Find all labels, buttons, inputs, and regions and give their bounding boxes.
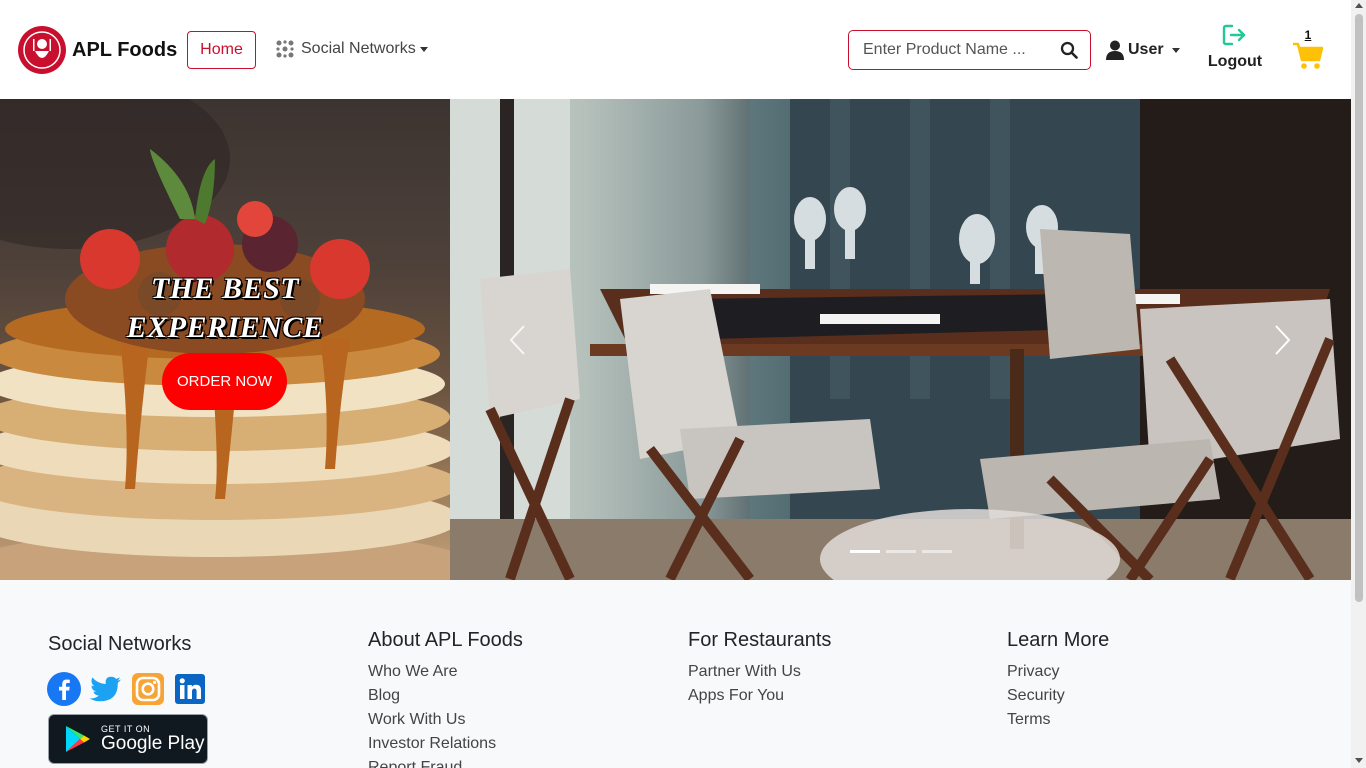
search-box: [848, 30, 1091, 70]
network-icon: [276, 40, 294, 58]
carousel-next-icon[interactable]: [1272, 324, 1292, 356]
footer-link[interactable]: Terms: [1007, 708, 1109, 732]
page-scrollbar[interactable]: [1351, 0, 1366, 768]
footer-col-heading: For Restaurants: [688, 629, 832, 651]
search-icon[interactable]: [1060, 41, 1078, 59]
logout-label: Logout: [1207, 53, 1263, 70]
carousel-indicator-3[interactable]: [922, 550, 952, 553]
google-play-big-text: Google Play: [101, 733, 205, 754]
social-icons-row: [47, 672, 207, 706]
user-label: User: [1128, 41, 1164, 58]
user-dropdown[interactable]: User: [1106, 40, 1180, 60]
footer: Social Networks GET IT ON Google Play Ab…: [0, 580, 1351, 768]
footer-col-heading: About APL Foods: [368, 629, 523, 651]
hero-pancake-image: THE BEST EXPERIENCE ORDER NOW: [0, 99, 450, 580]
footer-col-restaurants: For Restaurants Partner With Us Apps For…: [688, 629, 831, 708]
instagram-icon[interactable]: [131, 672, 165, 706]
carousel-indicators: [850, 550, 952, 553]
scrollbar-thumb[interactable]: [1355, 14, 1363, 602]
linkedin-icon[interactable]: [173, 672, 207, 706]
navbar: APL Foods Home Social Networks User Logo…: [0, 0, 1351, 99]
footer-social-heading: Social Networks: [48, 633, 192, 655]
google-play-icon: [66, 726, 90, 752]
footer-link[interactable]: Work With Us: [368, 708, 523, 732]
hero-restaurant-image: [450, 99, 1351, 580]
carousel-indicator-2[interactable]: [886, 550, 916, 553]
cart-icon: [1293, 42, 1324, 69]
hero-title: THE BEST EXPERIENCE: [0, 269, 450, 347]
footer-link[interactable]: Security: [1007, 684, 1109, 708]
footer-link[interactable]: Blog: [368, 684, 523, 708]
home-button[interactable]: Home: [187, 31, 256, 69]
scroll-down-arrow-icon[interactable]: [1355, 758, 1363, 763]
footer-col-about: About APL Foods Who We Are Blog Work Wit…: [368, 629, 523, 768]
footer-link[interactable]: Who We Are: [368, 660, 523, 684]
brand-logo-icon: [18, 26, 66, 74]
hero-carousel: THE BEST EXPERIENCE ORDER NOW: [0, 99, 1351, 580]
carousel-indicator-1[interactable]: [850, 550, 880, 553]
social-networks-dropdown[interactable]: Social Networks: [276, 40, 428, 58]
restaurant-illustration: [450, 99, 1351, 580]
brand-link[interactable]: APL Foods: [17, 25, 177, 75]
social-networks-label: Social Networks: [301, 40, 416, 57]
footer-link[interactable]: Apps For You: [688, 684, 831, 708]
footer-link[interactable]: Partner With Us: [688, 660, 831, 684]
cart-button[interactable]: 1: [1291, 28, 1325, 75]
logout-button[interactable]: Logout: [1206, 24, 1264, 71]
footer-col-learn-more: Learn More Privacy Security Terms: [1007, 629, 1109, 732]
twitter-icon[interactable]: [89, 672, 123, 706]
logout-icon: [1222, 24, 1246, 46]
carousel-prev-icon[interactable]: [508, 324, 528, 356]
google-play-badge[interactable]: GET IT ON Google Play: [48, 714, 208, 764]
hero-title-line2: EXPERIENCE: [126, 311, 324, 344]
footer-link[interactable]: Report Fraud: [368, 756, 523, 768]
order-now-button[interactable]: ORDER NOW: [162, 353, 287, 410]
facebook-icon[interactable]: [47, 672, 81, 706]
chevron-down-icon: [1171, 47, 1180, 53]
brand-name: APL Foods: [72, 38, 178, 61]
chevron-down-icon: [419, 46, 428, 52]
user-icon: [1106, 40, 1124, 60]
footer-link[interactable]: Privacy: [1007, 660, 1109, 684]
search-input[interactable]: [863, 41, 1043, 59]
scroll-up-arrow-icon[interactable]: [1355, 3, 1363, 8]
footer-col-heading: Learn More: [1007, 629, 1110, 651]
footer-link[interactable]: Investor Relations: [368, 732, 523, 756]
google-play-text: GET IT ON Google Play: [101, 724, 205, 754]
hero-title-line1: THE BEST: [150, 272, 300, 305]
cart-count-badge: 1: [1304, 28, 1312, 42]
